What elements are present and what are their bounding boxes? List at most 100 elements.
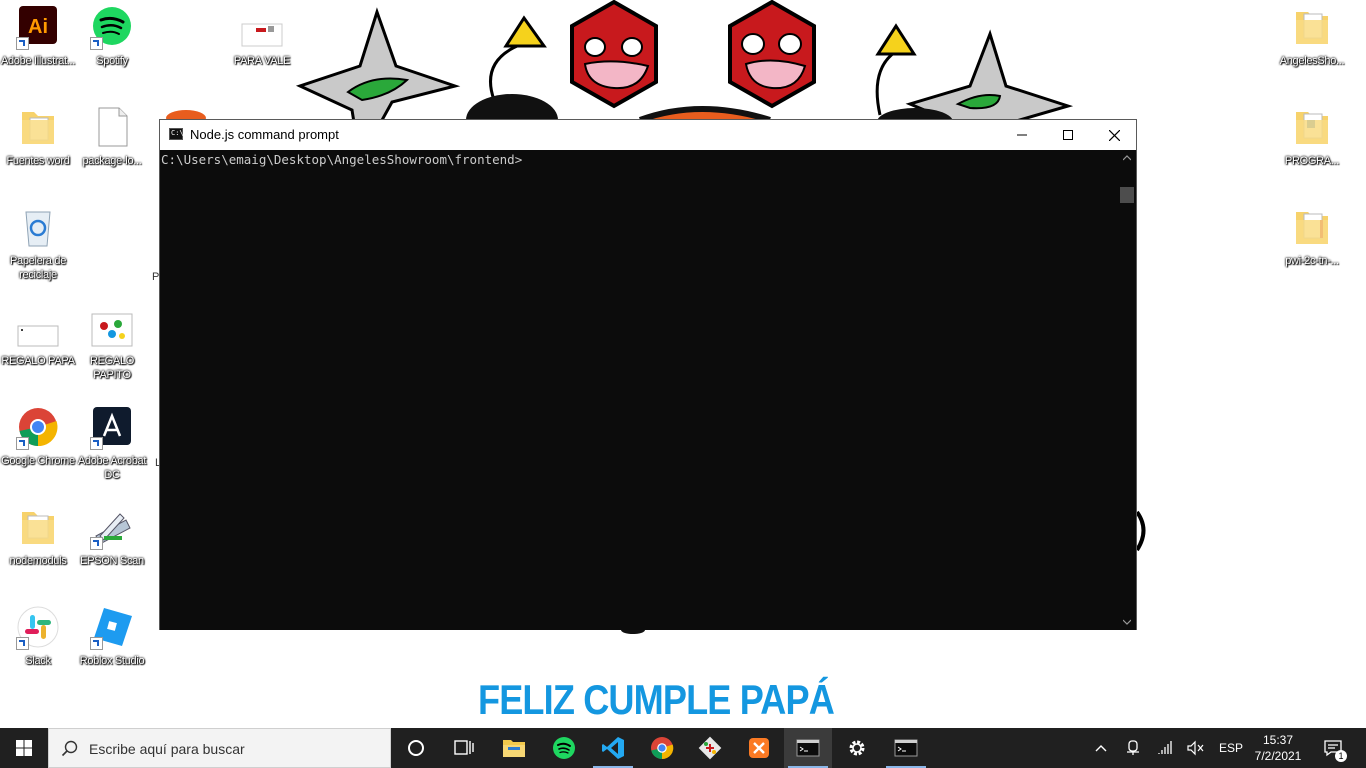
folder-icon (1290, 6, 1334, 50)
shortcut-arrow-icon (90, 37, 103, 50)
taskbar-search-box[interactable]: Escribe aquí para buscar (48, 728, 391, 768)
search-placeholder: Escribe aquí para buscar (89, 741, 245, 757)
scroll-down-arrow-icon[interactable] (1123, 618, 1131, 626)
console-titlebar[interactable]: Node.js command prompt (160, 120, 1136, 150)
taskbar-task-view-button[interactable] (440, 728, 488, 768)
taskbar-chrome[interactable] (638, 728, 686, 768)
notification-count-badge: 1 (1335, 750, 1347, 762)
action-center-button[interactable] (1318, 728, 1348, 768)
recycle-bin-icon (16, 206, 60, 250)
taskbar-xampp[interactable] (735, 728, 783, 768)
slack-icon (16, 606, 60, 650)
folder-icon (16, 106, 60, 150)
desktop-icon-regalo-papa[interactable]: REGALO PAPA (0, 306, 76, 368)
show-hidden-icons-button[interactable] (1090, 728, 1112, 768)
taskbar-settings[interactable] (833, 728, 881, 768)
close-icon (1108, 129, 1120, 141)
desktop: P L FELIZ CUMPLE PAPÁ Ai Adobe Illustrat… (0, 0, 1366, 728)
command-prompt-line: C:\Users\emaig\Desktop\AngelesShowroom\f… (161, 152, 523, 167)
taskbar-cortana-button[interactable] (392, 728, 440, 768)
chrome-icon (651, 737, 674, 760)
wifi-icon (1158, 741, 1172, 754)
tray-volume-button[interactable] (1184, 728, 1208, 768)
desktop-icon-recycle-bin[interactable]: Papelera de reciclaje (0, 206, 76, 282)
tray-network-button[interactable] (1154, 728, 1178, 768)
console-output[interactable]: C:\Users\emaig\Desktop\AngelesShowroom\f… (160, 150, 1120, 630)
maximize-button[interactable] (1045, 120, 1091, 150)
cortana-icon (408, 740, 424, 756)
taskbar-spotify[interactable] (540, 728, 588, 768)
scrollbar-thumb[interactable] (1120, 187, 1134, 203)
spotify-icon (90, 6, 134, 50)
folder-icon (16, 506, 60, 550)
taskbar-git[interactable] (686, 728, 734, 768)
desktop-icon-para-vale[interactable]: PARA VALE (224, 6, 300, 68)
desktop-icon-pwi[interactable]: pwi-2c-tn-... (1274, 206, 1350, 268)
vscode-icon (602, 737, 624, 759)
taskbar-nodejs-prompt[interactable] (784, 728, 832, 768)
desktop-icon-epson-scan[interactable]: EPSON Scan (74, 506, 150, 568)
desktop-icon-progra[interactable]: PROGRA... (1274, 106, 1350, 168)
window-title: Node.js command prompt (190, 127, 339, 142)
shortcut-arrow-icon (16, 37, 29, 50)
desktop-icon-roblox-studio[interactable]: Roblox Studio (74, 606, 150, 668)
tray-device-button[interactable] (1122, 728, 1144, 768)
image-file-icon (240, 6, 284, 50)
minimize-button[interactable] (999, 120, 1045, 150)
spotify-icon (553, 737, 575, 759)
scroll-up-arrow-icon[interactable] (1123, 154, 1131, 162)
file-explorer-icon (503, 740, 525, 757)
desktop-icon-google-chrome[interactable]: Google Chrome (0, 406, 76, 468)
gear-icon (849, 740, 865, 756)
minimize-icon (1017, 134, 1027, 136)
file-icon (90, 106, 134, 150)
terminal-icon (169, 128, 184, 140)
red-hex-left (570, 0, 658, 109)
terminal-icon (894, 739, 918, 757)
desktop-icon-slack[interactable]: Slack (0, 606, 76, 668)
adobe-illustrator-icon: Ai (16, 6, 60, 50)
start-button[interactable] (0, 728, 48, 768)
chevron-up-icon (1095, 745, 1107, 752)
vertical-scrollbar[interactable] (1119, 150, 1136, 630)
desktop-icon-regalo-papito[interactable]: REGALO PAPITO (74, 306, 150, 382)
shortcut-arrow-icon (16, 637, 29, 650)
scanner-icon (90, 506, 134, 550)
git-icon (698, 736, 722, 760)
search-icon (61, 740, 78, 757)
roblox-studio-icon (90, 606, 134, 650)
desktop-icon-nodemoduls[interactable]: nodemoduls (0, 506, 76, 568)
desktop-icon-angelesshowroom[interactable]: AngelesSho... (1274, 6, 1350, 68)
desktop-icon-adobe-illustrator[interactable]: Ai Adobe Illustrat... (0, 6, 76, 68)
device-icon (1127, 740, 1139, 755)
xampp-icon (749, 738, 769, 758)
terminal-icon (796, 739, 820, 757)
clock-date: 7/2/2021 (1254, 749, 1302, 763)
windows-logo-icon (16, 740, 32, 756)
task-view-icon (454, 740, 474, 755)
chrome-icon (16, 406, 60, 450)
clock-time: 15:37 (1262, 733, 1294, 747)
svg-text:Ai: Ai (28, 16, 48, 38)
wallpaper-banner-text: FELIZ CUMPLE PAPÁ (478, 676, 835, 723)
volume-muted-icon (1187, 740, 1204, 756)
console-window[interactable]: Node.js command prompt C:\Users\emaig\De… (159, 119, 1137, 630)
input-language-button[interactable]: ESP (1214, 728, 1248, 768)
maximize-icon (1063, 130, 1073, 140)
shortcut-arrow-icon (90, 637, 103, 650)
desktop-icon-package-lock[interactable]: package-lo... (74, 106, 150, 168)
taskbar-file-explorer[interactable] (490, 728, 538, 768)
desktop-icon-fuentes-word[interactable]: Fuentes word (0, 106, 76, 168)
desktop-icon-adobe-acrobat[interactable]: Adobe Acrobat DC (74, 406, 150, 482)
shortcut-arrow-icon (90, 537, 103, 550)
taskbar-clock[interactable]: 15:37 7/2/2021 (1246, 732, 1310, 764)
desktop-icon-spotify[interactable]: Spotify (74, 6, 150, 68)
red-hex-right (728, 0, 816, 109)
taskbar-command-prompt[interactable] (882, 728, 930, 768)
taskbar-vscode[interactable] (589, 728, 637, 768)
taskbar: Escribe aquí para buscar ESP 15:37 7/2/2… (0, 728, 1366, 768)
folder-icon (1290, 106, 1334, 150)
image-file-icon (90, 306, 134, 350)
shortcut-arrow-icon (16, 437, 29, 450)
close-button[interactable] (1091, 120, 1137, 150)
